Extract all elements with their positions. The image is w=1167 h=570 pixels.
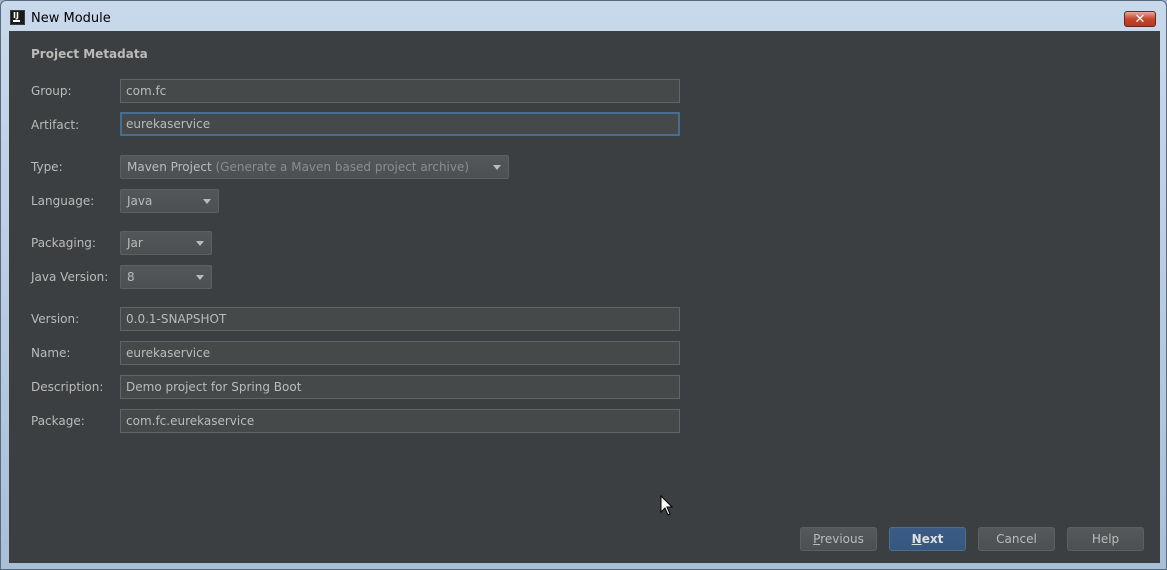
close-button[interactable]: ✕ bbox=[1124, 11, 1156, 27]
package-label: Package: bbox=[31, 414, 85, 428]
close-icon: ✕ bbox=[1134, 12, 1146, 27]
chevron-down-icon bbox=[196, 275, 204, 280]
artifact-field[interactable]: eurekaservice bbox=[120, 112, 680, 136]
packaging-value: Jar bbox=[127, 236, 143, 250]
chevron-down-icon bbox=[493, 165, 501, 170]
window-title: New Module bbox=[31, 11, 111, 26]
type-hint: (Generate a Maven based project archive) bbox=[215, 160, 470, 174]
help-button[interactable]: Help bbox=[1067, 527, 1144, 551]
packaging-label: Packaging: bbox=[31, 236, 96, 250]
chevron-down-icon bbox=[196, 241, 204, 246]
cancel-button[interactable]: Cancel bbox=[978, 527, 1055, 551]
java-version-label: Java Version: bbox=[31, 270, 109, 284]
description-field[interactable]: Demo project for Spring Boot bbox=[120, 375, 680, 399]
version-field[interactable]: 0.0.1-SNAPSHOT bbox=[120, 307, 680, 331]
type-label: Type: bbox=[31, 160, 63, 174]
description-label: Description: bbox=[31, 380, 104, 394]
language-value: Java bbox=[127, 194, 153, 208]
section-title: Project Metadata bbox=[31, 47, 148, 61]
title-bar[interactable]: IJ New Module ✕ bbox=[1, 1, 1166, 31]
packaging-dropdown[interactable]: Jar bbox=[120, 231, 212, 255]
type-value: Maven Project bbox=[127, 160, 212, 174]
package-field[interactable]: com.fc.eurekaservice bbox=[120, 409, 680, 433]
dialog-content: Project Metadata Group: com.fc Artifact:… bbox=[9, 31, 1160, 563]
next-button[interactable]: Next bbox=[889, 527, 966, 551]
language-label: Language: bbox=[31, 194, 95, 208]
intellij-app-icon: IJ bbox=[10, 10, 25, 25]
type-dropdown[interactable]: Maven Project (Generate a Maven based pr… bbox=[120, 155, 509, 179]
java-version-dropdown[interactable]: 8 bbox=[120, 265, 212, 289]
name-field[interactable]: eurekaservice bbox=[120, 341, 680, 365]
artifact-label: Artifact: bbox=[31, 118, 80, 132]
mouse-cursor-icon bbox=[660, 495, 674, 516]
group-field[interactable]: com.fc bbox=[120, 79, 680, 103]
language-dropdown[interactable]: Java bbox=[120, 189, 219, 213]
previous-button[interactable]: Previous bbox=[800, 527, 877, 551]
new-module-window: IJ New Module ✕ Project Metadata Group: … bbox=[0, 0, 1167, 570]
java-version-value: 8 bbox=[127, 270, 135, 284]
chevron-down-icon bbox=[203, 199, 211, 204]
name-label: Name: bbox=[31, 346, 71, 360]
version-label: Version: bbox=[31, 312, 80, 326]
group-label: Group: bbox=[31, 84, 72, 98]
